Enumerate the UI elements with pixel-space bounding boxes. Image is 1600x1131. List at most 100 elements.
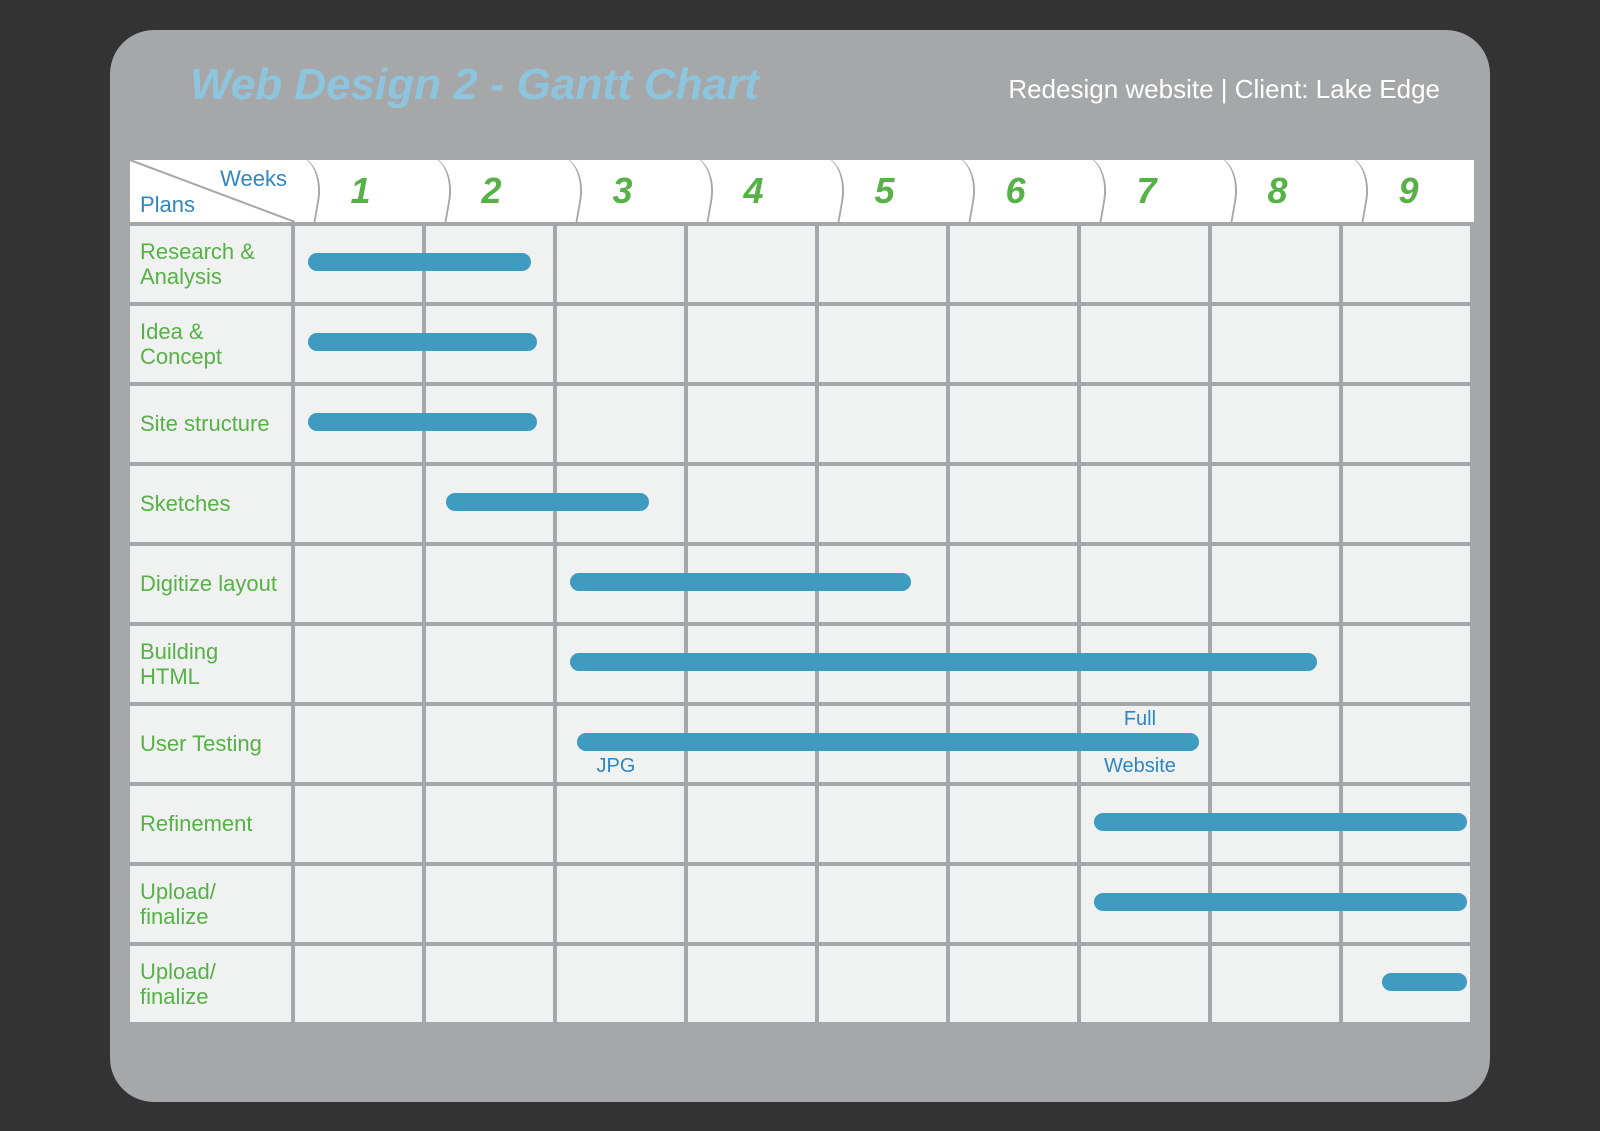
grid-cell <box>1212 942 1343 1022</box>
grid-cell <box>1212 702 1343 782</box>
grid-cell <box>688 862 819 942</box>
grid-cell <box>819 862 950 942</box>
grid-cell <box>1343 942 1474 1022</box>
grid-cell <box>295 622 426 702</box>
grid-cell <box>1081 942 1212 1022</box>
card-header: Web Design 2 - Gantt Chart Redesign webs… <box>110 30 1490 170</box>
task-label: Idea & Concept <box>130 302 295 382</box>
page-subtitle: Redesign website | Client: Lake Edge <box>1008 74 1440 105</box>
grid-cell <box>950 302 1081 382</box>
task-label: Refinement <box>130 782 295 862</box>
grid-cell <box>1081 382 1212 462</box>
task-label: Digitize layout <box>130 542 295 622</box>
task-track <box>295 942 1474 1022</box>
grid-cell <box>426 862 557 942</box>
week-header-9: 9 <box>1343 160 1474 222</box>
grid-cell <box>950 942 1081 1022</box>
grid-cell <box>688 542 819 622</box>
week-header-5: 5 <box>819 160 950 222</box>
grid-cell <box>1343 622 1474 702</box>
task-row: Upload/ finalize <box>130 862 1474 942</box>
grid-cell <box>819 302 950 382</box>
grid-cell <box>688 622 819 702</box>
grid-cell <box>426 942 557 1022</box>
task-track <box>295 222 1474 302</box>
gantt-grid: Weeks Plans 123456789 Research & Analysi… <box>130 160 1474 1022</box>
grid-cell <box>688 782 819 862</box>
grid-cell <box>557 382 688 462</box>
axis-corner: Weeks Plans <box>130 160 295 222</box>
grid-cell <box>950 782 1081 862</box>
grid-cell <box>1081 782 1212 862</box>
task-track <box>295 622 1474 702</box>
task-track <box>295 862 1474 942</box>
grid-cell <box>1081 302 1212 382</box>
grid-cell <box>1081 542 1212 622</box>
weeks-axis-label: Weeks <box>220 166 287 192</box>
grid-cell <box>295 542 426 622</box>
grid-cell <box>426 702 557 782</box>
grid-cell <box>688 302 819 382</box>
grid-cell <box>819 942 950 1022</box>
task-track <box>295 782 1474 862</box>
grid-cell <box>1343 462 1474 542</box>
week-header-2: 2 <box>426 160 557 222</box>
grid-cell <box>819 782 950 862</box>
grid-cell <box>557 702 688 782</box>
grid-cell <box>688 382 819 462</box>
grid-cell <box>557 462 688 542</box>
grid-cell <box>1343 382 1474 462</box>
column-header-row: Weeks Plans 123456789 <box>130 160 1474 222</box>
grid-cell <box>1343 302 1474 382</box>
task-track <box>295 302 1474 382</box>
task-track <box>295 542 1474 622</box>
grid-cell <box>688 462 819 542</box>
grid-cell <box>1212 302 1343 382</box>
grid-cell <box>1212 382 1343 462</box>
grid-cell <box>557 222 688 302</box>
grid-cell <box>1081 702 1212 782</box>
grid-cell <box>819 462 950 542</box>
task-label: Building HTML <box>130 622 295 702</box>
grid-cell <box>1212 782 1343 862</box>
grid-cell <box>688 222 819 302</box>
grid-cell <box>950 382 1081 462</box>
task-row: Upload/ finalize <box>130 942 1474 1022</box>
grid-cell <box>295 462 426 542</box>
task-label: User Testing <box>130 702 295 782</box>
grid-cell <box>1081 462 1212 542</box>
grid-cell <box>950 862 1081 942</box>
grid-cell <box>426 382 557 462</box>
task-row: Site structure <box>130 382 1474 462</box>
grid-cell <box>819 542 950 622</box>
grid-cell <box>1212 462 1343 542</box>
task-label: Site structure <box>130 382 295 462</box>
task-track <box>295 382 1474 462</box>
task-track: JPGFullWebsite <box>295 702 1474 782</box>
grid-cell <box>1343 782 1474 862</box>
grid-cell <box>950 622 1081 702</box>
grid-cell <box>688 942 819 1022</box>
week-header-1: 1 <box>295 160 426 222</box>
grid-cell <box>557 302 688 382</box>
week-header-7: 7 <box>1081 160 1212 222</box>
grid-cell <box>1343 862 1474 942</box>
grid-cell <box>1212 622 1343 702</box>
grid-cell <box>1212 542 1343 622</box>
week-header-6: 6 <box>950 160 1081 222</box>
plans-axis-label: Plans <box>140 192 195 218</box>
grid-cell <box>819 382 950 462</box>
grid-cell <box>557 622 688 702</box>
grid-cell <box>1343 702 1474 782</box>
grid-cell <box>295 222 426 302</box>
grid-cell <box>295 382 426 462</box>
grid-cell <box>426 462 557 542</box>
task-row: Sketches <box>130 462 1474 542</box>
grid-cell <box>819 622 950 702</box>
grid-cell <box>557 862 688 942</box>
task-row: Research & Analysis <box>130 222 1474 302</box>
week-header-8: 8 <box>1212 160 1343 222</box>
task-label: Upload/ finalize <box>130 862 295 942</box>
grid-cell <box>426 622 557 702</box>
task-label: Upload/ finalize <box>130 942 295 1022</box>
